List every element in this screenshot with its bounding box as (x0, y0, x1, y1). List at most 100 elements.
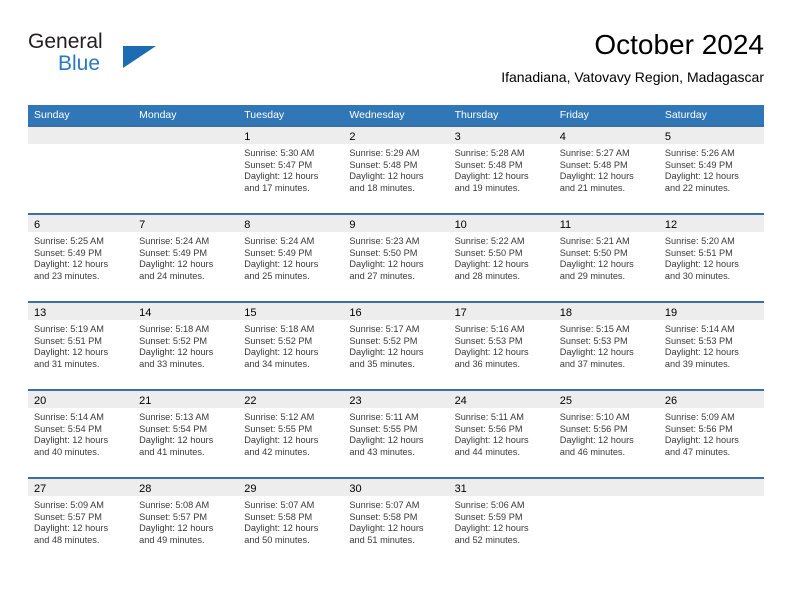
sunrise-text: Sunrise: 5:12 AM (244, 412, 315, 422)
sunset-text: Sunset: 5:53 PM (559, 335, 628, 346)
calendar-day-cell[interactable]: 29 Sunrise: 5:07 AM Sunset: 5:58 PM Dayligh… (238, 477, 344, 566)
calendar-day-cell[interactable]: 6 Sunrise: 5:25 AM Sunset: 5:49 PM Daylight… (28, 213, 134, 302)
general-blue-logo[interactable]: General Blue (28, 30, 158, 90)
day-cell-inner: 6 Sunrise: 5:25 AM Sunset: 5:49 PM Daylight… (28, 215, 134, 301)
calendar-day-cell[interactable]: 21 Sunrise: 5:13 AM Sunset: 5:54 PM Dayligh… (133, 389, 239, 478)
sunrise-text: Sunrise: 5:07 AM (244, 500, 315, 510)
calendar-day-cell[interactable]: 12 Sunrise: 5:20 AM Sunset: 5:51 PM Dayligh… (658, 213, 764, 302)
calendar-week-row: 1 Sunrise: 5:30 AM Sunset: 5:47 PM Daylight… (28, 125, 764, 214)
calendar-day-cell[interactable]: 23 Sunrise: 5:11 AM Sunset: 5:55 PM Dayligh… (343, 389, 449, 478)
day-number: 10 (454, 219, 467, 231)
sunrise-text: Sunrise: 5:28 AM (454, 148, 525, 158)
day-cell-inner: 12 Sunrise: 5:20 AM Sunset: 5:51 PM Dayligh… (658, 215, 764, 301)
calendar-day-cell[interactable]: 8 Sunrise: 5:24 AM Sunset: 5:49 PM Daylight… (238, 213, 344, 302)
calendar-day-cell[interactable]: 15 Sunrise: 5:18 AM Sunset: 5:52 PM Dayligh… (238, 301, 344, 390)
calendar-day-cell[interactable]: 2 Sunrise: 5:29 AM Sunset: 5:48 PM Daylight… (343, 125, 449, 214)
calendar-day-cell-empty (133, 125, 239, 214)
sunrise-text: Sunrise: 5:16 AM (454, 324, 525, 334)
day-number: 25 (559, 395, 572, 407)
title-block: October 2024 Ifanadiana, Vatovavy Region… (501, 28, 764, 86)
calendar-day-cell[interactable]: 10 Sunrise: 5:22 AM Sunset: 5:50 PM Dayligh… (448, 213, 554, 302)
logo-text-blue: Blue (58, 52, 101, 75)
sunrise-text: Sunrise: 5:09 AM (664, 412, 735, 422)
calendar-day-cell[interactable]: 16 Sunrise: 5:17 AM Sunset: 5:52 PM Dayligh… (343, 301, 449, 390)
daylight-text-line1: Daylight: 12 hours (244, 523, 319, 534)
calendar-week-row: 20 Sunrise: 5:14 AM Sunset: 5:54 PM Dayligh… (28, 389, 764, 478)
sunrise-text: Sunrise: 5:25 AM (34, 236, 104, 246)
sunset-text: Sunset: 5:51 PM (34, 335, 102, 346)
sunrise-text: Sunrise: 5:06 AM (454, 500, 525, 510)
day-number: 24 (454, 395, 467, 407)
calendar-day-cell[interactable]: 13 Sunrise: 5:19 AM Sunset: 5:51 PM Dayligh… (28, 301, 134, 390)
calendar-day-cell[interactable]: 19 Sunrise: 5:14 AM Sunset: 5:53 PM Dayligh… (658, 301, 764, 390)
sunset-text: Sunset: 5:52 PM (244, 335, 313, 346)
day-cell-inner: 16 Sunrise: 5:17 AM Sunset: 5:52 PM Dayligh… (343, 303, 449, 389)
daylight-text-line1: Daylight: 12 hours (139, 347, 214, 358)
day-number-band: 19 (658, 303, 764, 320)
sunrise-text: Sunrise: 5:30 AM (244, 148, 315, 158)
day-number-band: 4 (553, 127, 659, 144)
day-cell-inner: 5 Sunrise: 5:26 AM Sunset: 5:49 PM Daylight… (658, 127, 764, 213)
calendar-day-cell[interactable]: 5 Sunrise: 5:26 AM Sunset: 5:49 PM Daylight… (658, 125, 764, 214)
day-cell-inner: 3 Sunrise: 5:28 AM Sunset: 5:48 PM Daylight… (448, 127, 554, 213)
day-number-band: 14 (133, 303, 239, 320)
day-details: Sunrise: 5:27 AM Sunset: 5:48 PM Daylight:… (554, 144, 659, 194)
day-cell-inner: 22 Sunrise: 5:12 AM Sunset: 5:55 PM Dayligh… (238, 391, 344, 477)
day-details: Sunrise: 5:23 AM Sunset: 5:50 PM Daylight:… (343, 232, 448, 282)
day-cell-inner (658, 479, 764, 566)
day-number-band: 26 (658, 391, 764, 408)
daylight-text-line1: Daylight: 12 hours (454, 171, 529, 182)
daylight-text-line1: Daylight: 12 hours (349, 259, 424, 270)
day-number: 31 (454, 483, 467, 495)
day-details: Sunrise: 5:11 AM Sunset: 5:56 PM Daylight:… (449, 408, 554, 458)
calendar-day-cell[interactable]: 7 Sunrise: 5:24 AM Sunset: 5:49 PM Daylight… (133, 213, 239, 302)
day-number: 11 (559, 219, 572, 231)
calendar-day-cell[interactable]: 3 Sunrise: 5:28 AM Sunset: 5:48 PM Daylight… (448, 125, 554, 214)
day-details: Sunrise: 5:18 AM Sunset: 5:52 PM Daylight:… (238, 320, 343, 370)
daylight-text-line1: Daylight: 12 hours (454, 259, 529, 270)
daylight-text-line1: Daylight: 12 hours (349, 523, 424, 534)
daylight-text-line2: and 49 minutes. (139, 534, 205, 545)
day-number-band: 9 (343, 215, 449, 232)
calendar-day-cell[interactable]: 4 Sunrise: 5:27 AM Sunset: 5:48 PM Daylight… (553, 125, 659, 214)
day-details: Sunrise: 5:19 AM Sunset: 5:51 PM Daylight:… (28, 320, 133, 370)
sunrise-text: Sunrise: 5:27 AM (559, 148, 630, 158)
calendar-day-cell[interactable]: 22 Sunrise: 5:12 AM Sunset: 5:55 PM Dayligh… (238, 389, 344, 478)
day-cell-inner: 8 Sunrise: 5:24 AM Sunset: 5:49 PM Daylight… (238, 215, 344, 301)
sunset-text: Sunset: 5:50 PM (559, 247, 628, 258)
calendar-day-cell[interactable]: 27 Sunrise: 5:09 AM Sunset: 5:57 PM Dayligh… (28, 477, 134, 566)
calendar-day-cell[interactable]: 18 Sunrise: 5:15 AM Sunset: 5:53 PM Dayligh… (553, 301, 659, 390)
calendar-day-cell[interactable]: 14 Sunrise: 5:18 AM Sunset: 5:52 PM Dayligh… (133, 301, 239, 390)
daylight-text-line2: and 46 minutes. (559, 446, 626, 457)
calendar-day-cell[interactable]: 30 Sunrise: 5:07 AM Sunset: 5:58 PM Dayligh… (343, 477, 449, 566)
daylight-text-line2: and 22 minutes. (664, 182, 731, 193)
calendar-day-cell[interactable]: 11 Sunrise: 5:21 AM Sunset: 5:50 PM Dayligh… (553, 213, 659, 302)
calendar-day-cell[interactable]: 9 Sunrise: 5:23 AM Sunset: 5:50 PM Daylight… (343, 213, 449, 302)
daylight-text-line2: and 30 minutes. (664, 270, 731, 281)
calendar-day-cell[interactable]: 20 Sunrise: 5:14 AM Sunset: 5:54 PM Dayligh… (28, 389, 134, 478)
day-cell-inner: 29 Sunrise: 5:07 AM Sunset: 5:58 PM Dayligh… (238, 479, 344, 566)
day-cell-inner: 2 Sunrise: 5:29 AM Sunset: 5:48 PM Daylight… (343, 127, 449, 213)
calendar-page: General Blue October 2024 Ifanadiana, Va… (0, 0, 792, 612)
calendar-day-cell[interactable]: 1 Sunrise: 5:30 AM Sunset: 5:47 PM Daylight… (238, 125, 344, 214)
sunset-text: Sunset: 5:48 PM (349, 159, 418, 170)
calendar-day-cell[interactable]: 28 Sunrise: 5:08 AM Sunset: 5:57 PM Dayligh… (133, 477, 239, 566)
calendar-day-cell[interactable]: 25 Sunrise: 5:10 AM Sunset: 5:56 PM Dayligh… (553, 389, 659, 478)
calendar-day-cell[interactable]: 31 Sunrise: 5:06 AM Sunset: 5:59 PM Dayligh… (448, 477, 554, 566)
sunset-text: Sunset: 5:52 PM (139, 335, 208, 346)
day-number: 15 (244, 307, 257, 319)
sunrise-text: Sunrise: 5:10 AM (559, 412, 630, 422)
day-number: 30 (349, 483, 362, 495)
calendar-body: 1 Sunrise: 5:30 AM Sunset: 5:47 PM Daylight… (28, 125, 764, 566)
daylight-text-line1: Daylight: 12 hours (244, 435, 319, 446)
calendar-day-cell[interactable]: 24 Sunrise: 5:11 AM Sunset: 5:56 PM Dayligh… (448, 389, 554, 478)
daylight-text-line2: and 36 minutes. (454, 358, 520, 369)
daylight-text-line2: and 21 minutes. (559, 182, 626, 193)
day-cell-inner: 27 Sunrise: 5:09 AM Sunset: 5:57 PM Dayligh… (28, 479, 134, 566)
day-details: Sunrise: 5:15 AM Sunset: 5:53 PM Daylight:… (554, 320, 659, 370)
sunrise-text: Sunrise: 5:29 AM (349, 148, 420, 158)
calendar-day-cell[interactable]: 26 Sunrise: 5:09 AM Sunset: 5:56 PM Dayligh… (658, 389, 764, 478)
day-cell-inner: 21 Sunrise: 5:13 AM Sunset: 5:54 PM Dayligh… (133, 391, 239, 477)
calendar-day-cell[interactable]: 17 Sunrise: 5:16 AM Sunset: 5:53 PM Dayligh… (448, 301, 554, 390)
day-details: Sunrise: 5:10 AM Sunset: 5:56 PM Daylight:… (554, 408, 659, 458)
